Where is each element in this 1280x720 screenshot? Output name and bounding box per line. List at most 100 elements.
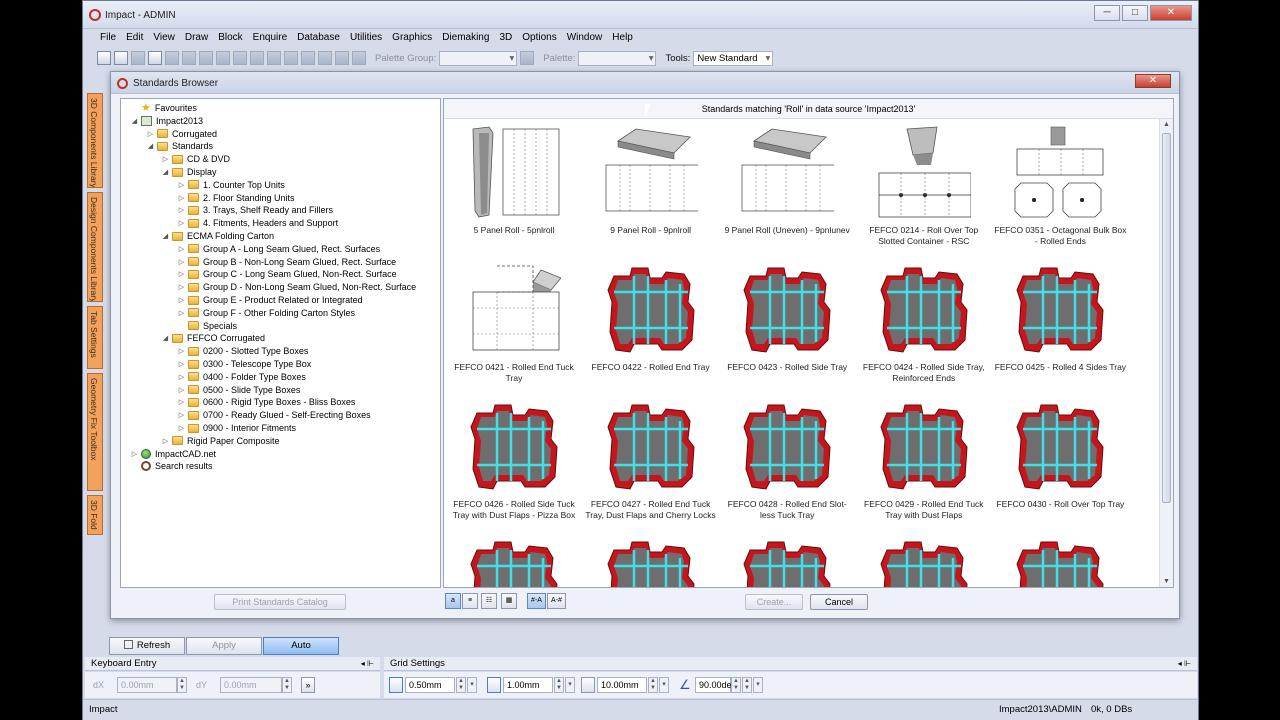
tree-item[interactable]: Specials <box>178 320 237 332</box>
tree-item[interactable]: ▷ CD & DVD <box>162 153 230 165</box>
tree-toggle-icon[interactable]: ▷ <box>178 296 185 304</box>
grid-spacing-1-spinner[interactable]: ▲ ▼ <box>456 677 466 693</box>
standard-item[interactable]: FEFCO 0426 - Rolled Side Tuck Tray with … <box>447 395 581 525</box>
standard-item[interactable]: 9 Panel Roll - 9pnlroll <box>584 121 718 251</box>
grid-angle-spinner[interactable]: ▲ ▼ <box>731 677 741 693</box>
tree-toggle-icon[interactable]: ▷ <box>178 206 185 214</box>
large-icons-view-button[interactable]: a <box>445 593 461 609</box>
close-window-button[interactable]: ✕ <box>1150 5 1192 21</box>
grid-spacing-2-input[interactable]: 1.00mm <box>503 677 553 693</box>
tree-item[interactable]: ▷ 0300 - Telescope Type Box <box>178 358 311 370</box>
tree-toggle-icon[interactable]: ◢ <box>162 334 169 342</box>
tree-item[interactable]: ▷ Rigid Paper Composite <box>162 435 280 447</box>
cancel-button[interactable]: Cancel <box>810 594 868 610</box>
tree-toggle-icon[interactable]: ▷ <box>178 219 185 227</box>
tree-toggle-icon[interactable]: ▷ <box>178 360 185 368</box>
print-standards-catalog-button[interactable]: Print Standards Catalog <box>214 594 346 610</box>
list-view-button[interactable]: ≡ <box>462 593 478 609</box>
apply-entry-button[interactable]: » <box>301 677 315 693</box>
standard-item[interactable]: FEFCO 0427 - Rolled End Tuck Tray, Dust … <box>584 395 718 525</box>
tree-toggle-icon[interactable]: ▷ <box>131 450 138 458</box>
menu-item-file[interactable]: File <box>95 29 121 47</box>
grid-angle-input[interactable]: 90.00de <box>695 677 732 693</box>
angle-icon[interactable]: ∠ <box>679 677 691 693</box>
side-tab-3d-fold[interactable]: 3D Fold <box>87 495 103 535</box>
standard-item[interactable]: FEFCO 0430 - Roll Over Top Tray <box>993 395 1127 525</box>
results-scrollbar[interactable]: ▲ ▼ <box>1159 119 1173 587</box>
standard-item[interactable]: FEFCO 0421 - Rolled End Tuck Tray <box>447 258 581 388</box>
tree-toggle-icon[interactable]: ◢ <box>162 168 169 176</box>
save-icon[interactable] <box>131 51 145 65</box>
details-view-button[interactable]: ▦ <box>501 593 517 609</box>
tree-toggle-icon[interactable]: ▷ <box>178 398 185 406</box>
grid-major-icon[interactable] <box>581 677 595 693</box>
create-button[interactable]: Create... <box>745 594 803 610</box>
tree-item[interactable]: ▷ Group D - Non-Long Seam Glued, Non-Rect… <box>178 281 416 293</box>
menu-item-block[interactable]: Block <box>213 29 247 47</box>
menu-item-view[interactable]: View <box>148 29 180 47</box>
tree-item[interactable]: ◢ FEFCO Corrugated <box>162 332 265 344</box>
tree-toggle-icon[interactable]: ◢ <box>147 142 154 150</box>
grid-spacing-3-dropdown[interactable]: ▾ <box>659 677 669 693</box>
dy-spinner[interactable]: ▲ ▼ <box>282 677 292 693</box>
mirror-icon[interactable] <box>335 51 349 65</box>
copy-icon[interactable] <box>182 51 196 65</box>
tree-toggle-icon[interactable]: ▷ <box>178 347 185 355</box>
rotate-icon[interactable] <box>318 51 332 65</box>
refresh-button[interactable]: Refresh <box>109 637 185 655</box>
tree-item[interactable]: ▷ Group E - Product Related or Integrated <box>178 294 363 306</box>
tree-item[interactable]: ▷ 0500 - Slide Type Boxes <box>178 384 301 396</box>
standard-item[interactable] <box>993 532 1127 587</box>
view-icon[interactable] <box>267 51 281 65</box>
standard-item[interactable]: FEFCO 0424 - Rolled Side Tray, Reinforce… <box>857 258 991 388</box>
grid-angle-dropdown[interactable]: ▾ <box>753 677 763 693</box>
tree-item[interactable]: ▷ 1. Counter Top Units <box>178 179 285 191</box>
open-file-icon[interactable] <box>114 51 128 65</box>
tree-item[interactable]: ▷ Group A - Long Seam Glued, Rect. Surfac… <box>178 243 380 255</box>
tree-item[interactable]: ▷ Group F - Other Folding Carton Styles <box>178 307 355 319</box>
menu-item-utilities[interactable]: Utilities <box>345 29 387 47</box>
standard-item[interactable]: FEFCO 0428 - Rolled End Slot-less Tuck T… <box>720 395 854 525</box>
tree-toggle-icon[interactable]: ▷ <box>178 386 185 394</box>
grid-spacing-1-dropdown[interactable]: ▾ <box>467 677 477 693</box>
layer-icon[interactable] <box>284 51 298 65</box>
standard-item[interactable]: 9 Panel Roll (Uneven) - 9pnlunev <box>720 121 854 251</box>
standard-item[interactable] <box>857 532 991 587</box>
sort-alpha-number-button[interactable]: A-# <box>547 593 566 609</box>
auto-button[interactable]: Auto <box>263 637 339 655</box>
palette-options-icon[interactable] <box>520 51 535 65</box>
standard-item[interactable]: FEFCO 0351 - Octagonal Bulk Box - Rolled… <box>993 121 1127 251</box>
tree-toggle-icon[interactable]: ▷ <box>178 258 185 266</box>
tree-item[interactable]: ◢ Standards <box>147 140 213 152</box>
grid-spacing-2-spinner[interactable]: ▲ ▼ <box>554 677 564 693</box>
tree-toggle-icon[interactable]: ◢ <box>162 232 169 240</box>
tree-toggle-icon[interactable]: ▷ <box>147 130 154 138</box>
menu-item-diemaking[interactable]: Diemaking <box>437 29 494 47</box>
tree-item[interactable]: ▷ Corrugated <box>147 128 217 140</box>
menu-item-database[interactable]: Database <box>292 29 345 47</box>
menu-item-3d[interactable]: 3D <box>494 29 517 47</box>
new-file-icon[interactable] <box>97 51 111 65</box>
standard-item[interactable]: FEFCO 0423 - Rolled Side Tray <box>720 258 854 388</box>
standard-item[interactable]: FEFCO 0425 - Rolled 4 Sides Tray <box>993 258 1127 388</box>
cut-icon[interactable] <box>165 51 179 65</box>
standard-item[interactable]: FEFCO 0429 - Rolled End Tuck Tray with D… <box>857 395 991 525</box>
tree-item[interactable]: ◢ ECMA Folding Carton <box>162 230 274 242</box>
tree-item[interactable]: ▷ ImpactCAD.net <box>131 448 216 460</box>
tree-item[interactable]: ▷ Group B - Non-Long Seam Glued, Rect. Su… <box>178 256 396 268</box>
measure-icon[interactable] <box>352 51 366 65</box>
print-icon[interactable] <box>148 51 162 65</box>
scrollbar-thumb[interactable] <box>1162 133 1171 503</box>
tree-item[interactable]: ▷ 4. Fitments, Headers and Support <box>178 217 338 229</box>
panel-pin-icon[interactable]: ◂ ⊩ <box>361 657 374 671</box>
tree-item[interactable]: ▷ 0400 - Folder Type Boxes <box>178 371 306 383</box>
menu-item-options[interactable]: Options <box>517 29 561 47</box>
tree-item[interactable]: ▷ 3. Trays, Shelf Ready and Fillers <box>178 204 333 216</box>
tree-toggle-icon[interactable]: ▷ <box>178 181 185 189</box>
tree-item[interactable]: ◢ Display <box>162 166 217 178</box>
dx-input[interactable]: 0.00mm <box>117 677 177 693</box>
tree-toggle-icon[interactable]: ▷ <box>178 270 185 278</box>
tree-toggle-icon[interactable]: ▷ <box>178 283 185 291</box>
tree-toggle-icon[interactable]: ▷ <box>178 309 185 317</box>
apply-button[interactable]: Apply <box>186 637 262 655</box>
